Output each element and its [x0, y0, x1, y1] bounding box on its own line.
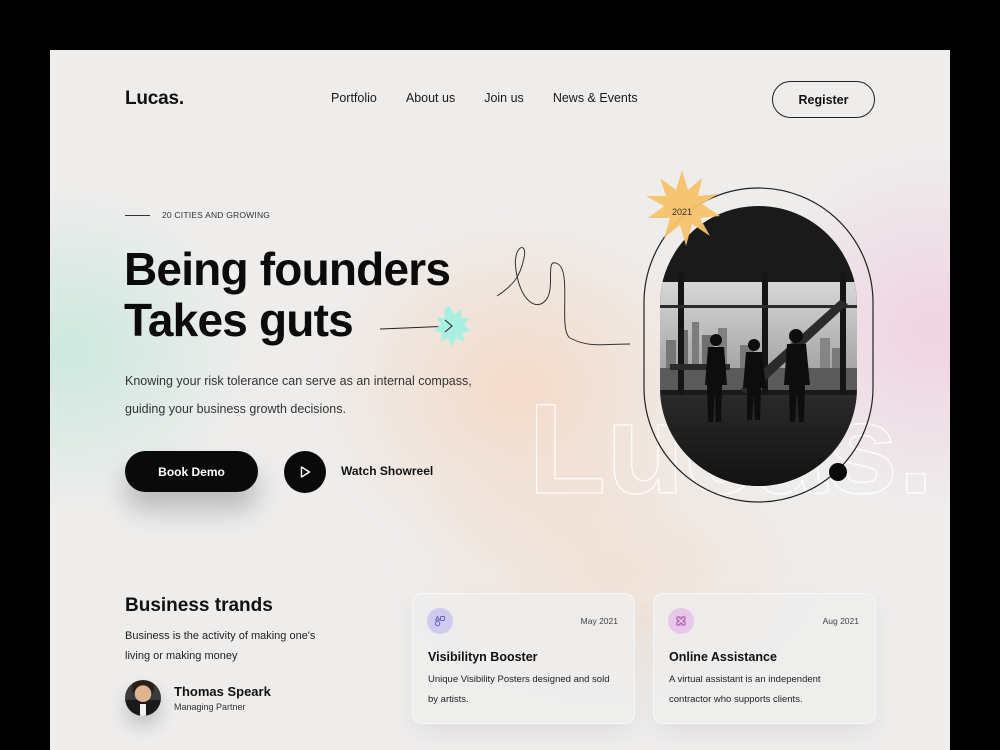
brand-logo[interactable]: Lucas.: [125, 88, 184, 110]
register-button[interactable]: Register: [772, 81, 875, 118]
nav-item-news-events[interactable]: News & Events: [553, 91, 638, 105]
eyebrow: 20 CITIES AND GROWING: [125, 210, 270, 220]
card-description: A virtual assistant is an independent co…: [669, 674, 821, 705]
card-icon-badge: [668, 608, 694, 634]
card-title: Online Assistance: [669, 650, 777, 664]
trends-description: Business is the activity of making one's…: [125, 630, 316, 662]
puzzle-icon: [676, 616, 686, 626]
nav-item-portfolio[interactable]: Portfolio: [331, 91, 377, 105]
watch-showreel-link[interactable]: Watch Showreel: [341, 464, 433, 478]
card-date: Aug 2021: [822, 616, 859, 626]
main-nav: Portfolio About us Join us News & Events: [331, 91, 667, 105]
hero-description: Knowing your risk tolerance can serve as…: [125, 374, 472, 416]
play-button[interactable]: [284, 451, 326, 493]
card-date: May 2021: [580, 616, 618, 626]
photo-frame: [643, 187, 874, 503]
card-description: Unique Visibility Posters designed and s…: [428, 674, 610, 705]
watermark-text: Lucas.: [528, 378, 934, 521]
trends-title: Business trands: [125, 595, 273, 616]
nav-item-about-us[interactable]: About us: [406, 91, 455, 105]
card-visibility-booster[interactable]: May 2021 Visibilityn Booster Unique Visi…: [412, 593, 635, 724]
card-icon-badge: [427, 608, 453, 634]
avatar: [125, 680, 161, 716]
person-role: Managing Partner: [174, 702, 246, 712]
headline-line-1: Being founders: [124, 243, 451, 295]
play-icon: [300, 466, 311, 478]
frame-dot: [829, 463, 847, 481]
eyebrow-divider: [125, 214, 150, 216]
shapes-icon: [434, 615, 445, 627]
headline-line-2: Takes guts: [124, 294, 354, 346]
hero-headline: Being founders Takes guts: [124, 243, 451, 346]
nav-item-join-us[interactable]: Join us: [484, 91, 524, 105]
card-online-assistance[interactable]: Aug 2021 Online Assistance A virtual ass…: [653, 593, 876, 724]
book-demo-button[interactable]: Book Demo: [125, 451, 258, 492]
eyebrow-text: 20 CITIES AND GROWING: [162, 210, 271, 220]
landing-page: Lucas. Lucas. Portfolio About us Join us…: [50, 50, 950, 750]
office-photo: [660, 206, 857, 486]
squiggle-curve: [496, 247, 631, 346]
card-title: Visibilityn Booster: [428, 650, 538, 664]
person-name: Thomas Speark: [174, 684, 271, 699]
badge-year: 2021: [672, 207, 693, 217]
